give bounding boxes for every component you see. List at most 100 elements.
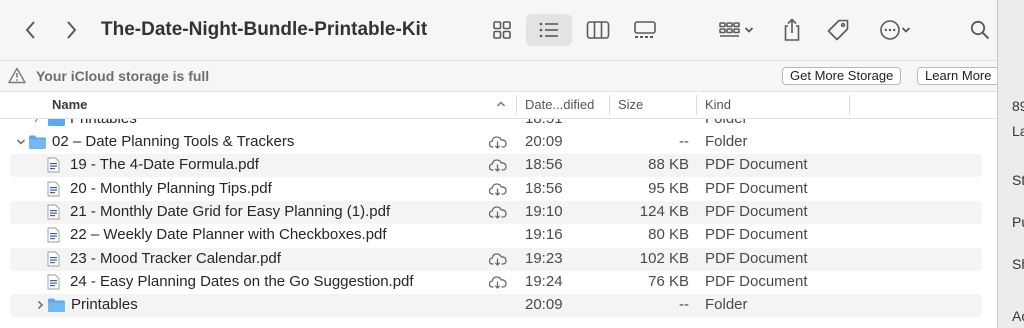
folder-row[interactable]: Printables 20:09 -- Folder — [10, 294, 982, 318]
icloud-storage-banner: Your iCloud storage is full Get More Sto… — [0, 60, 997, 92]
file-name: 24 - Easy Planning Dates on the Go Sugge… — [70, 272, 414, 290]
file-row[interactable]: 22 – Weekly Date Planner with Checkboxes… — [10, 224, 982, 247]
cloud-download-icon[interactable] — [488, 251, 508, 267]
finder-window: The-Date-Night-Bundle-Printable-Kit Your… — [0, 0, 998, 328]
background-text: Ac — [1012, 308, 1024, 324]
file-size: 124 KB — [639, 202, 689, 220]
gallery-icon — [634, 21, 656, 38]
window-title: The-Date-Night-Bundle-Printable-Kit — [101, 19, 428, 40]
file-size: 88 KB — [648, 156, 689, 174]
column-header: Name Date...dified Size Kind — [0, 92, 997, 119]
pdf-document-icon — [47, 227, 60, 243]
file-size: 102 KB — [639, 249, 689, 267]
file-row[interactable]: 24 - Easy Planning Dates on the Go Sugge… — [10, 271, 982, 294]
file-date: 18:56 — [525, 179, 563, 197]
cloud-download-icon[interactable] — [488, 181, 508, 197]
file-date: 19:23 — [525, 249, 563, 267]
file-row[interactable]: 19 - The 4-Date Formula.pdf 18:56 88 KB PDF… — [10, 154, 982, 178]
file-date: 19:24 — [525, 272, 563, 290]
list-item-partial[interactable]: › Printables 18:51 Folder — [10, 119, 982, 131]
folder-icon — [29, 135, 46, 149]
file-date: 19:10 — [525, 202, 563, 220]
file-size: 95 KB — [648, 179, 689, 197]
share-icon — [784, 18, 800, 41]
folder-icon — [48, 119, 65, 126]
file-name: 21 - Monthly Date Grid for Easy Planning… — [70, 202, 391, 220]
search-button[interactable] — [966, 14, 994, 46]
learn-more-button[interactable]: Learn More — [917, 67, 997, 85]
file-date: 20:09 — [525, 296, 563, 314]
file-date: 18:56 — [525, 156, 563, 174]
file-name: Printables — [70, 119, 137, 127]
file-size: -- — [679, 296, 689, 314]
background-text: La — [1012, 123, 1024, 139]
tags-button[interactable] — [822, 14, 854, 46]
column-divider[interactable] — [849, 95, 850, 115]
column-divider[interactable] — [516, 95, 517, 115]
banner-message: Your iCloud storage is full — [36, 68, 210, 84]
pdf-document-icon — [47, 204, 60, 220]
gallery-view-button[interactable] — [628, 14, 662, 46]
search-icon — [970, 20, 990, 40]
pdf-document-icon — [47, 181, 60, 197]
chevron-down-icon[interactable] — [15, 135, 27, 149]
column-kind-header[interactable]: Kind — [705, 97, 731, 112]
folder-icon — [48, 298, 65, 313]
file-date: 19:16 — [525, 226, 563, 244]
cloud-download-icon[interactable] — [488, 134, 508, 150]
list-view-button[interactable] — [526, 14, 572, 46]
file-kind: PDF Document — [705, 179, 808, 197]
disclosure-triangle[interactable]: › — [34, 119, 46, 126]
grid-icon — [493, 21, 511, 39]
column-name-header[interactable]: Name — [52, 97, 87, 112]
file-name: Printables — [71, 296, 138, 314]
file-kind: Folder — [705, 119, 748, 127]
file-size: 80 KB — [648, 226, 689, 244]
list-icon — [539, 22, 558, 38]
file-date: 18:51 — [525, 119, 563, 127]
file-name: 20 - Monthly Planning Tips.pdf — [70, 179, 272, 197]
file-row[interactable]: 23 - Mood Tracker Calendar.pdf 19:23 102 K… — [10, 247, 982, 271]
file-row[interactable]: 20 - Monthly Planning Tips.pdf 18:56 95 KB… — [10, 178, 982, 201]
file-name: 02 – Date Planning Tools & Trackers — [52, 133, 295, 150]
pdf-document-icon — [47, 274, 60, 290]
column-divider[interactable] — [609, 95, 610, 115]
cloud-download-icon[interactable] — [488, 157, 508, 173]
share-button[interactable] — [778, 14, 806, 46]
group-by-icon — [719, 22, 740, 37]
pdf-document-icon — [47, 251, 60, 266]
chevron-down-icon — [744, 27, 754, 33]
ellipsis-circle-icon — [880, 20, 900, 40]
get-more-storage-button[interactable]: Get More Storage — [782, 67, 902, 85]
forward-button[interactable] — [58, 14, 84, 46]
cloud-download-icon[interactable] — [488, 204, 508, 220]
cloud-download-icon[interactable] — [488, 274, 508, 290]
file-list: › Printables 18:51 Folder 02 – Date Plan… — [0, 119, 997, 328]
sort-ascending-icon[interactable] — [496, 100, 506, 108]
background-text: St — [1012, 172, 1024, 188]
more-actions-button[interactable] — [872, 14, 918, 46]
pdf-document-icon — [47, 157, 60, 173]
background-text: Sh — [1012, 256, 1024, 272]
back-button[interactable] — [18, 14, 44, 46]
icon-view-button[interactable] — [486, 14, 518, 46]
background-text: Pu — [1012, 214, 1024, 230]
warning-icon — [8, 67, 26, 84]
column-date-header[interactable]: Date...dified — [525, 97, 594, 112]
column-size-header[interactable]: Size — [618, 97, 643, 112]
file-row[interactable]: 21 - Monthly Date Grid for Easy Planning… — [10, 200, 982, 224]
file-kind: PDF Document — [705, 226, 808, 244]
chevron-right-icon[interactable] — [34, 298, 46, 312]
file-kind: PDF Document — [705, 272, 808, 290]
columns-icon — [586, 21, 610, 39]
folder-row[interactable]: 02 – Date Planning Tools & Trackers 20:09… — [10, 131, 982, 154]
file-kind: Folder — [705, 296, 748, 314]
file-name: 22 – Weekly Date Planner with Checkboxes… — [70, 226, 387, 244]
chevron-right-icon — [67, 21, 77, 39]
file-kind: PDF Document — [705, 249, 808, 267]
column-view-button[interactable] — [582, 14, 614, 46]
file-size: -- — [679, 133, 689, 150]
group-button[interactable] — [712, 14, 760, 46]
column-divider[interactable] — [696, 95, 697, 115]
file-name: 19 - The 4-Date Formula.pdf — [70, 156, 259, 174]
